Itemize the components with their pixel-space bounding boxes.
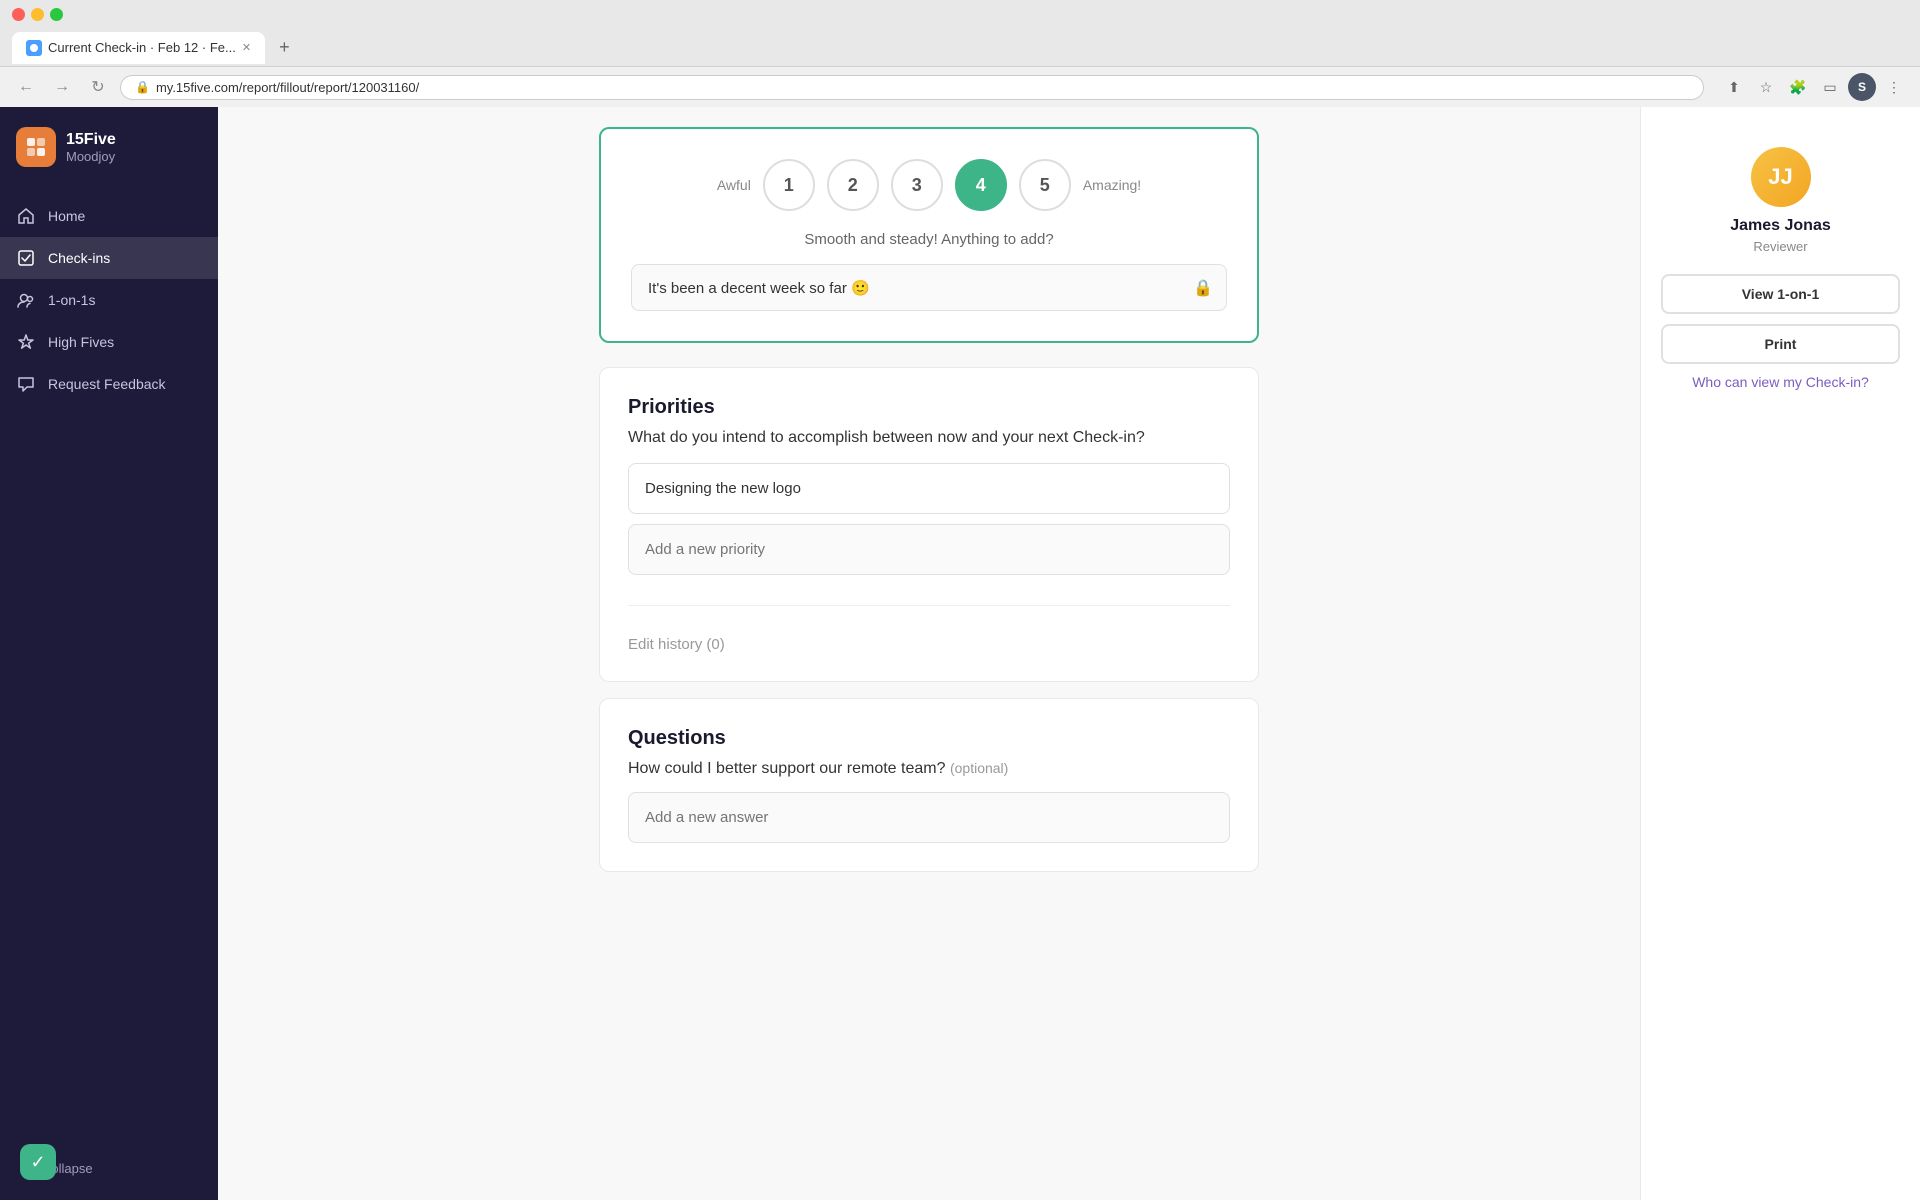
- rating-subtitle: Smooth and steady! Anything to add?: [631, 231, 1227, 248]
- back-button[interactable]: ←: [12, 73, 40, 101]
- sidebar-item-home[interactable]: Home: [0, 195, 218, 237]
- rating-card: Awful 1 2 3 4 5 Amazing! Smooth and stea…: [599, 127, 1259, 343]
- rating-scale: Awful 1 2 3 4 5 Amazing!: [631, 159, 1227, 211]
- view-1on1-button[interactable]: View 1-on-1: [1661, 274, 1900, 314]
- who-can-view-link[interactable]: Who can view my Check-in?: [1692, 374, 1869, 390]
- reviewer-name: James Jonas: [1661, 217, 1900, 235]
- sidebar-item-feedback-label: Request Feedback: [48, 376, 166, 392]
- sidebar-item-checkins[interactable]: Check-ins: [0, 237, 218, 279]
- rating-btn-3[interactable]: 3: [891, 159, 943, 211]
- highfives-icon: [16, 332, 36, 352]
- sidebar-item-home-label: Home: [48, 208, 85, 224]
- reviewer-section: JJ James Jonas Reviewer View 1-on-1 Prin…: [1661, 127, 1900, 412]
- tab-title: Current Check-in · Feb 12 · Fe...: [48, 40, 236, 55]
- reviewer-avatar: JJ: [1751, 147, 1811, 207]
- address-bar[interactable]: 🔒 my.15five.com/report/fillout/report/12…: [120, 75, 1704, 100]
- sidebar-item-1on1s[interactable]: 1-on-1s: [0, 279, 218, 321]
- print-button[interactable]: Print: [1661, 324, 1900, 364]
- reload-button[interactable]: ↻: [84, 73, 112, 101]
- rating-input[interactable]: [631, 264, 1227, 311]
- extensions-icon[interactable]: 🧩: [1784, 73, 1812, 101]
- answer-input-1[interactable]: [628, 792, 1230, 843]
- minimize-dot[interactable]: [31, 8, 44, 21]
- logo-icon: [16, 127, 56, 167]
- close-dot[interactable]: [12, 8, 25, 21]
- bookmark-icon[interactable]: ☆: [1752, 73, 1780, 101]
- checkins-icon: [16, 248, 36, 268]
- tab-favicon-icon: [26, 40, 42, 56]
- home-icon: [16, 206, 36, 226]
- questions-section: Questions How could I better support our…: [599, 698, 1259, 872]
- question-text-1: How could I better support our remote te…: [628, 760, 1230, 778]
- main-content: Awful 1 2 3 4 5 Amazing! Smooth and stea…: [218, 107, 1920, 1200]
- browser-profile-icon[interactable]: S: [1848, 73, 1876, 101]
- priority-input-1[interactable]: [628, 463, 1230, 514]
- share-icon[interactable]: ⬆: [1720, 73, 1748, 101]
- priorities-title: Priorities: [628, 396, 1230, 419]
- app-logo: 15Five Moodjoy: [0, 107, 218, 187]
- sidebar-item-highfives-label: High Fives: [48, 334, 114, 350]
- sidebar: 15Five Moodjoy Home Check-ins: [0, 107, 218, 1200]
- edit-history: Edit history (0): [628, 626, 1230, 653]
- new-tab-button[interactable]: +: [269, 29, 300, 66]
- sidebar-item-requestfeedback[interactable]: Request Feedback: [0, 363, 218, 405]
- rating-btn-5[interactable]: 5: [1019, 159, 1071, 211]
- lock-icon: 🔒: [135, 80, 150, 94]
- sidebar-item-checkins-label: Check-ins: [48, 250, 110, 266]
- sidebar-item-1on1s-label: 1-on-1s: [48, 292, 95, 308]
- logo-subtitle: Moodjoy: [66, 149, 116, 164]
- sidebar-nav: Home Check-ins 1-on-1s High Fives: [0, 187, 218, 1136]
- priorities-question: What do you intend to accomplish between…: [628, 429, 1230, 447]
- question-optional-label: (optional): [950, 760, 1008, 776]
- sidebar-item-highfives[interactable]: High Fives: [0, 321, 218, 363]
- check-badge[interactable]: ✓: [20, 1144, 56, 1180]
- logo-title: 15Five: [66, 130, 116, 149]
- amazing-label: Amazing!: [1083, 177, 1141, 193]
- reviewer-role: Reviewer: [1661, 239, 1900, 254]
- content-area: Awful 1 2 3 4 5 Amazing! Smooth and stea…: [218, 107, 1640, 1200]
- feedback-icon: [16, 374, 36, 394]
- tab-close-button[interactable]: ✕: [242, 41, 251, 54]
- right-sidebar: JJ James Jonas Reviewer View 1-on-1 Prin…: [1640, 107, 1920, 1200]
- rating-btn-1[interactable]: 1: [763, 159, 815, 211]
- questions-title: Questions: [628, 727, 1230, 750]
- edit-history-label: Edit history: [628, 636, 702, 653]
- priority-input-2[interactable]: [628, 524, 1230, 575]
- lock-icon: 🔒: [1193, 278, 1213, 298]
- browser-tab[interactable]: Current Check-in · Feb 12 · Fe... ✕: [12, 32, 265, 64]
- rating-btn-4[interactable]: 4: [955, 159, 1007, 211]
- awful-label: Awful: [717, 177, 751, 193]
- maximize-dot[interactable]: [50, 8, 63, 21]
- rating-input-wrap: 🔒: [631, 264, 1227, 311]
- rating-btn-2[interactable]: 2: [827, 159, 879, 211]
- sidebar-toggle-icon[interactable]: ▭: [1816, 73, 1844, 101]
- 1on1-icon: [16, 290, 36, 310]
- forward-button[interactable]: →: [48, 73, 76, 101]
- edit-history-count: (0): [706, 636, 724, 653]
- menu-icon[interactable]: ⋮: [1880, 73, 1908, 101]
- priorities-section: Priorities What do you intend to accompl…: [599, 367, 1259, 682]
- url-text: my.15five.com/report/fillout/report/1200…: [156, 80, 419, 95]
